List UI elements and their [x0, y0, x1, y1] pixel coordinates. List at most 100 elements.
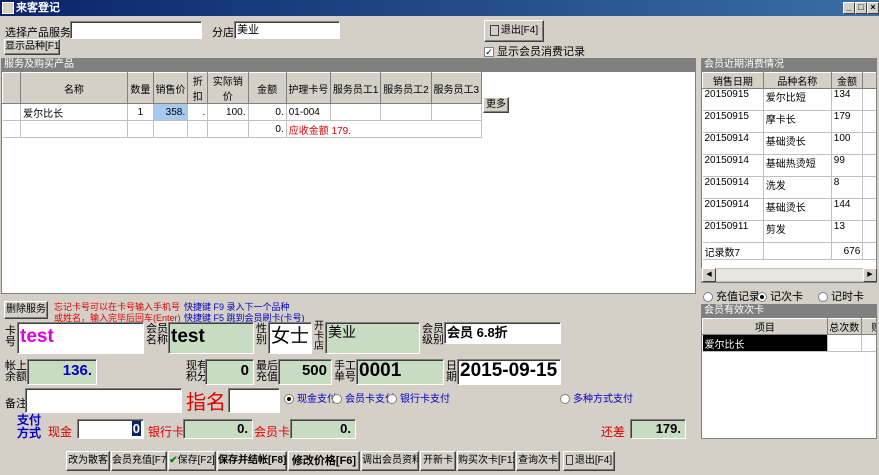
card-label: 卡号 — [5, 325, 16, 348]
list-item[interactable]: 20150914 基础烫长 100 — [702, 132, 876, 155]
save-button[interactable]: ✔保存[F2] — [168, 451, 216, 471]
manual-order-field[interactable]: 0001 — [356, 359, 444, 385]
pay-multi-radio[interactable]: 多种方式支付 — [560, 390, 633, 405]
list-item[interactable]: 20150911 剪发 13 — [702, 220, 876, 243]
more-button[interactable]: 更多 — [483, 97, 509, 113]
table-row[interactable]: 爱尔比长 1 358. . 100. 0. 01-004 — [2, 103, 483, 121]
save-checkout-button[interactable]: 保存并结帐[F8] — [217, 451, 287, 471]
bank-card-label: 银行卡 — [148, 425, 185, 439]
cell-staff3[interactable] — [431, 103, 483, 121]
pay-bank-radio[interactable]: 银行卡支付 — [387, 390, 450, 405]
pay-member-radio[interactable]: 会员卡支付 — [332, 390, 395, 405]
member-name-field: test — [168, 322, 254, 354]
exit-top-label: 退出[F4] — [500, 25, 539, 36]
modify-price-button[interactable]: 修改价格[F6] — [288, 451, 360, 471]
designate-input[interactable] — [228, 388, 280, 413]
recent-hscrollbar[interactable]: ◀ ▶ — [701, 268, 877, 282]
window-title: 来客登记 — [16, 2, 60, 14]
exit-bottom-button[interactable]: 退出[F4] — [563, 451, 615, 471]
cell-actual[interactable]: 100. — [207, 103, 249, 121]
buy-count-card-button[interactable]: 购买次卡[F12] — [457, 451, 515, 471]
services-grid: 名称 数量 销售价 折扣 实际销价 金额 护理卡号 服务员工1 服务员工2 服务… — [1, 71, 696, 294]
cell-discount[interactable]: . — [187, 103, 209, 121]
designate-label: 指名 — [186, 392, 226, 414]
change-to-walkin-button[interactable]: 改为散客 — [66, 451, 110, 471]
branch-input[interactable]: 美业 — [234, 21, 340, 39]
note-label: 备注 — [5, 398, 27, 410]
card-number-input[interactable]: test — [17, 322, 144, 354]
col-amount: 金额 — [830, 72, 864, 89]
col-name: 名称 — [20, 72, 128, 104]
member-level-label: 会员级别 — [422, 323, 444, 346]
opt-charge-record[interactable]: 充值记录 — [703, 288, 760, 304]
list-item[interactable]: 20150914 洗发 8 — [702, 176, 876, 199]
table-row[interactable]: 爱尔比长 — [702, 334, 876, 352]
grid-corner — [1, 72, 22, 104]
cell-amount[interactable]: 0. — [248, 103, 287, 121]
radio-icon — [332, 394, 342, 405]
col-sale-date: 销售日期 — [702, 72, 764, 89]
pay-method-label: 支付方式 — [16, 413, 41, 440]
cell-name[interactable]: 爱尔比长 — [20, 103, 128, 121]
radio-icon — [284, 394, 294, 405]
list-item[interactable]: 20150914 基础热烫短 99 — [702, 154, 876, 177]
close-button[interactable]: × — [867, 2, 879, 14]
maximize-button[interactable]: □ — [855, 2, 867, 14]
scroll-right-icon[interactable]: ▶ — [863, 268, 877, 282]
cell-price[interactable]: 358. — [153, 103, 189, 121]
scroll-left-icon[interactable]: ◀ — [702, 268, 716, 282]
exit-icon — [565, 455, 573, 466]
balance-label: 帐上余额 — [5, 360, 27, 383]
cash-value: 0 — [131, 421, 141, 436]
balance-field: 136. — [27, 359, 97, 385]
list-item[interactable]: 20150915 摩卡长 179 — [702, 110, 876, 133]
select-service-input[interactable] — [70, 21, 202, 39]
radio-icon — [818, 292, 828, 303]
col-discount: 折扣 — [187, 72, 209, 104]
diff-field: 179. — [630, 419, 686, 439]
new-card-button[interactable]: 开新卡 — [420, 451, 456, 471]
gender-field: 女士 — [268, 322, 312, 354]
date-label: 日期 — [446, 360, 457, 383]
cell-staff1[interactable] — [330, 103, 382, 121]
check-icon: ✓ — [484, 47, 494, 58]
pay-cash-radio[interactable]: 现金支付 — [284, 390, 337, 405]
query-count-card-button[interactable]: 查询次卡 — [516, 451, 560, 471]
bank-card-input[interactable]: 0. — [183, 419, 253, 439]
show-records-checkbox[interactable]: ✓ 显示会员消费记录 — [484, 43, 585, 59]
member-card-input[interactable]: 0. — [290, 419, 356, 439]
receivable-amount: 应收金额 179. — [286, 120, 483, 138]
manual-order-label: 手工单号 — [334, 360, 356, 383]
radio-icon — [703, 292, 713, 303]
opt-time-card[interactable]: 记时卡 — [818, 288, 864, 304]
total-row: 0. 应收金额 179. — [2, 120, 483, 138]
col-item: 项目 — [702, 318, 828, 335]
load-member-button[interactable]: 调出会员资料 — [361, 451, 419, 471]
delete-service-button[interactable]: 删除服务 — [4, 301, 48, 319]
diff-label: 还差 — [601, 425, 626, 439]
cell-staff2[interactable] — [380, 103, 432, 121]
cell-card[interactable]: 01-004 — [286, 103, 332, 121]
opt-count-card[interactable]: 记次卡 — [757, 288, 803, 304]
exit-top-button[interactable]: 退出[F4] — [484, 20, 544, 42]
col-staff: 员工 — [862, 72, 876, 89]
member-recharge-button[interactable]: 会员充值[F7] — [111, 451, 167, 471]
list-item[interactable]: 20150915 爱尔比短 134 — [702, 88, 876, 111]
date-field[interactable]: 2015-09-15 — [457, 359, 561, 385]
minimize-button[interactable]: _ — [843, 2, 855, 14]
col-amount: 金额 — [247, 72, 287, 104]
cash-input[interactable]: 0 — [77, 419, 144, 439]
last-charge-field: 500 — [278, 359, 332, 385]
exit-icon — [489, 24, 499, 36]
cards-header: 会员有效次卡 — [701, 304, 877, 317]
list-item[interactable]: 20150914 基础烫长 144 — [702, 198, 876, 221]
open-store-field: 美业 — [325, 322, 420, 354]
note-input[interactable] — [25, 388, 182, 413]
points-field: 0 — [205, 359, 254, 385]
col-item-name: 品种名称 — [762, 72, 832, 89]
title-bar: 来客登记 _ □ × — [0, 0, 879, 16]
col-actual: 实际销价 — [207, 72, 249, 104]
show-variety-button[interactable]: 显示品种[F1] — [4, 39, 60, 55]
col-total-times: 总次数 — [826, 318, 862, 335]
cell-qty[interactable]: 1 — [127, 103, 154, 121]
